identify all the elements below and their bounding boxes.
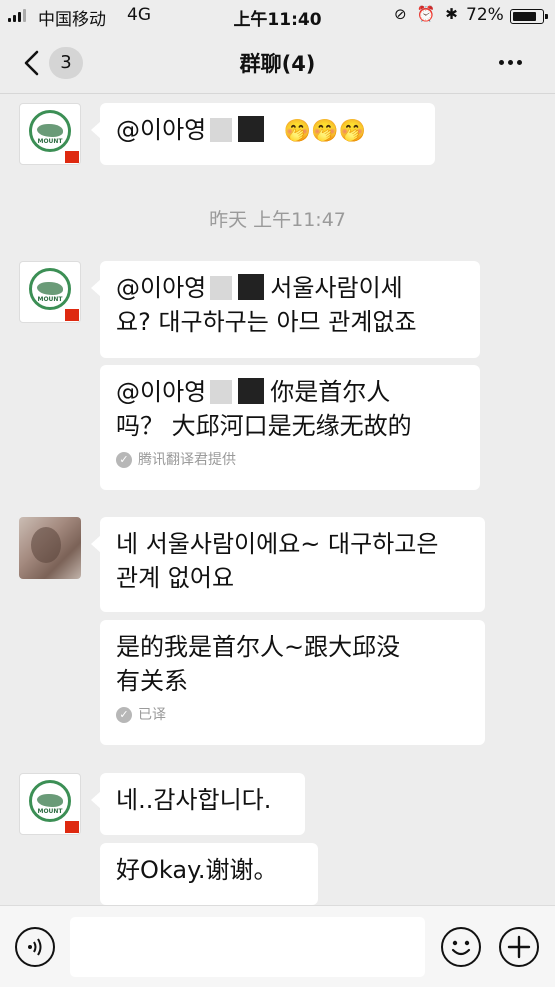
message-bubble[interactable]: 네 서울사람이에요~ 대구하고은 관계 없어요	[91, 517, 485, 612]
bluetooth-icon: ✱	[445, 5, 458, 23]
translation-bubble[interactable]: @이아영 你是首尔人 吗？ 大邱河口是无缘无故的 ✓ 腾讯翻译君提供	[100, 365, 480, 490]
chat-title: 群聊(4)	[239, 52, 316, 76]
alarm-icon: ⏰	[416, 5, 436, 23]
check-circle-icon: ✓	[116, 452, 132, 468]
redacted-block	[238, 274, 265, 300]
message-bubble[interactable]: 네..감사합니다.	[91, 773, 305, 835]
message-bubble[interactable]: @이아영 🤭🤭🤭	[91, 103, 435, 165]
chat-header: 3 群聊(4)	[0, 32, 555, 94]
mention: @이아영	[116, 116, 207, 144]
emoji-icon[interactable]	[441, 927, 481, 967]
message-text: 有关系	[116, 667, 188, 695]
flag-icon	[65, 309, 79, 321]
status-bar: 中国移动 4G 上午11:40 ⊘ ⏰ ✱ 72%	[0, 0, 555, 32]
mention: @이아영	[116, 378, 207, 406]
message-text: 서울사람이세	[270, 274, 403, 302]
message-input[interactable]	[70, 917, 425, 977]
flag-icon	[65, 151, 79, 163]
translated-label: 已译	[138, 707, 166, 723]
avatar[interactable]	[19, 517, 81, 579]
battery-percent: 72%	[466, 5, 504, 25]
message-text: 好Okay.谢谢。	[116, 856, 278, 884]
redacted-block	[238, 378, 265, 404]
translation-bubble[interactable]: 好Okay.谢谢。	[100, 843, 318, 905]
redacted-block	[238, 116, 265, 142]
more-dots-icon[interactable]	[499, 60, 522, 65]
rotation-lock-icon: ⊘	[394, 5, 407, 23]
translation-source: 腾讯翻译君提供	[138, 452, 236, 468]
flag-icon	[65, 821, 79, 833]
battery-icon	[510, 9, 548, 24]
input-bar	[0, 905, 555, 987]
emoji-text: 🤭🤭🤭	[283, 119, 367, 144]
mention: @이아영	[116, 274, 207, 302]
message-text: 요? 대구하구는 아므 관계없죠	[116, 308, 417, 336]
check-circle-icon: ✓	[116, 707, 132, 723]
avatar[interactable]: MOUNT	[19, 773, 81, 835]
message-text: 你是首尔人	[270, 378, 391, 406]
message-text: 是的我是首尔人~跟大邱没	[116, 633, 401, 661]
translation-bubble[interactable]: 是的我是首尔人~跟大邱没 有关系 ✓ 已译	[100, 620, 485, 745]
avatar[interactable]: MOUNT	[19, 261, 81, 323]
message-text: 관계 없어요	[116, 564, 235, 592]
avatar[interactable]: MOUNT	[19, 103, 81, 165]
message-text: 吗？ 大邱河口是无缘无故的	[116, 412, 412, 440]
plus-icon[interactable]	[499, 927, 539, 967]
message-bubble[interactable]: @이아영 서울사람이세 요? 대구하구는 아므 관계없죠	[91, 261, 480, 358]
message-text: 네..감사합니다.	[116, 786, 272, 814]
message-text: 네 서울사람이에요~ 대구하고은	[116, 530, 439, 558]
timestamp-divider: 昨天 上午11:47	[209, 209, 346, 231]
voice-icon[interactable]	[15, 927, 55, 967]
